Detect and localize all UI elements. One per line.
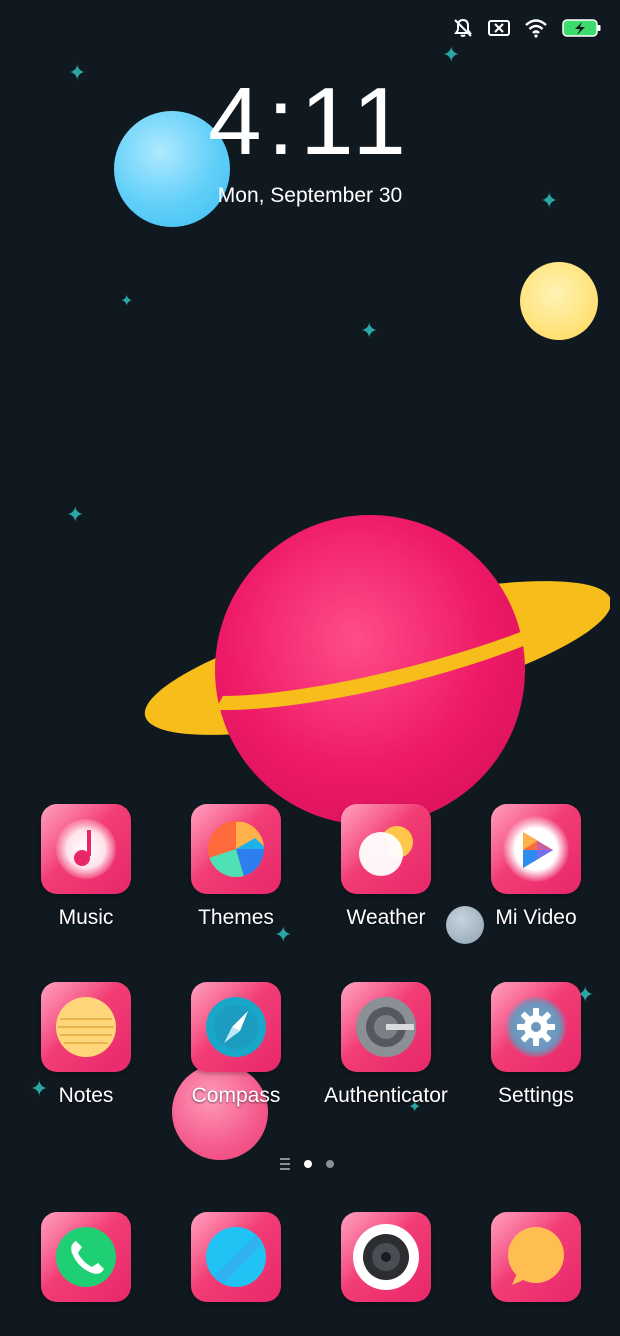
mi-video-icon-tile[interactable] <box>491 804 581 894</box>
page-dot-active[interactable] <box>304 1160 312 1168</box>
app-authenticator[interactable]: Authenticator <box>311 982 461 1108</box>
page-dot[interactable] <box>326 1160 334 1168</box>
battery-charging-icon <box>562 19 601 37</box>
settings-icon-tile[interactable] <box>491 982 581 1072</box>
app-mi-video[interactable]: Mi Video <box>461 804 611 930</box>
dock-messaging[interactable] <box>461 1212 611 1302</box>
app-label: Weather <box>346 906 426 929</box>
camera-icon-tile[interactable] <box>341 1212 431 1302</box>
compass-icon <box>206 997 266 1057</box>
dock-phone[interactable] <box>11 1212 161 1302</box>
app-settings[interactable]: Settings <box>461 982 611 1108</box>
list-view-icon[interactable] <box>280 1158 290 1170</box>
star-decoration: ✦ <box>360 318 379 343</box>
app-label: Music <box>58 906 114 929</box>
app-weather[interactable]: Weather <box>311 804 461 930</box>
messaging-icon <box>508 1227 564 1285</box>
clock-time[interactable]: 4:11 <box>0 74 620 170</box>
no-sim-icon <box>488 20 510 36</box>
themes-icon-tile[interactable] <box>191 804 281 894</box>
star-decoration: ✦ <box>442 42 461 67</box>
mute-icon <box>454 18 472 37</box>
authenticator-icon <box>356 997 416 1057</box>
music-note-icon <box>74 830 91 866</box>
app-notes[interactable]: Notes <box>11 982 161 1108</box>
browser-icon-tile[interactable] <box>191 1212 281 1302</box>
clock-date[interactable]: Mon, September 30 <box>0 184 620 208</box>
messaging-icon-tile[interactable] <box>491 1212 581 1302</box>
app-label: Settings <box>498 1084 574 1107</box>
star-decoration: ✦ <box>66 502 85 527</box>
app-label: Themes <box>198 906 274 929</box>
app-label: Compass <box>191 1084 281 1107</box>
weather-icon <box>359 826 413 876</box>
phone-icon-tile[interactable] <box>41 1212 131 1302</box>
app-label: Mi Video <box>495 906 577 929</box>
music-icon-tile[interactable] <box>41 804 131 894</box>
authenticator-icon-tile[interactable] <box>341 982 431 1072</box>
saturn-planet-decoration <box>144 515 610 825</box>
page-indicator[interactable] <box>280 1158 334 1170</box>
compass-icon-tile[interactable] <box>191 982 281 1072</box>
app-music[interactable]: Music <box>11 804 161 930</box>
dock-browser[interactable] <box>161 1212 311 1302</box>
app-label: Authenticator <box>324 1084 448 1107</box>
notes-icon <box>56 997 116 1057</box>
browser-icon <box>206 1227 266 1287</box>
phone-icon <box>56 1227 116 1287</box>
app-label: Notes <box>58 1084 114 1107</box>
dock-camera[interactable] <box>311 1212 461 1302</box>
app-compass[interactable]: Compass <box>161 982 311 1108</box>
weather-icon-tile[interactable] <box>341 804 431 894</box>
notes-icon-tile[interactable] <box>41 982 131 1072</box>
gear-icon <box>517 1008 555 1046</box>
status-bar <box>452 14 602 42</box>
yellow-planet-decoration <box>520 262 598 340</box>
app-themes[interactable]: Themes <box>161 804 311 930</box>
themes-icon <box>208 821 264 877</box>
camera-icon <box>353 1224 419 1290</box>
play-icon <box>523 832 553 868</box>
star-decoration: ✦ <box>120 293 134 310</box>
wifi-icon <box>525 19 547 38</box>
